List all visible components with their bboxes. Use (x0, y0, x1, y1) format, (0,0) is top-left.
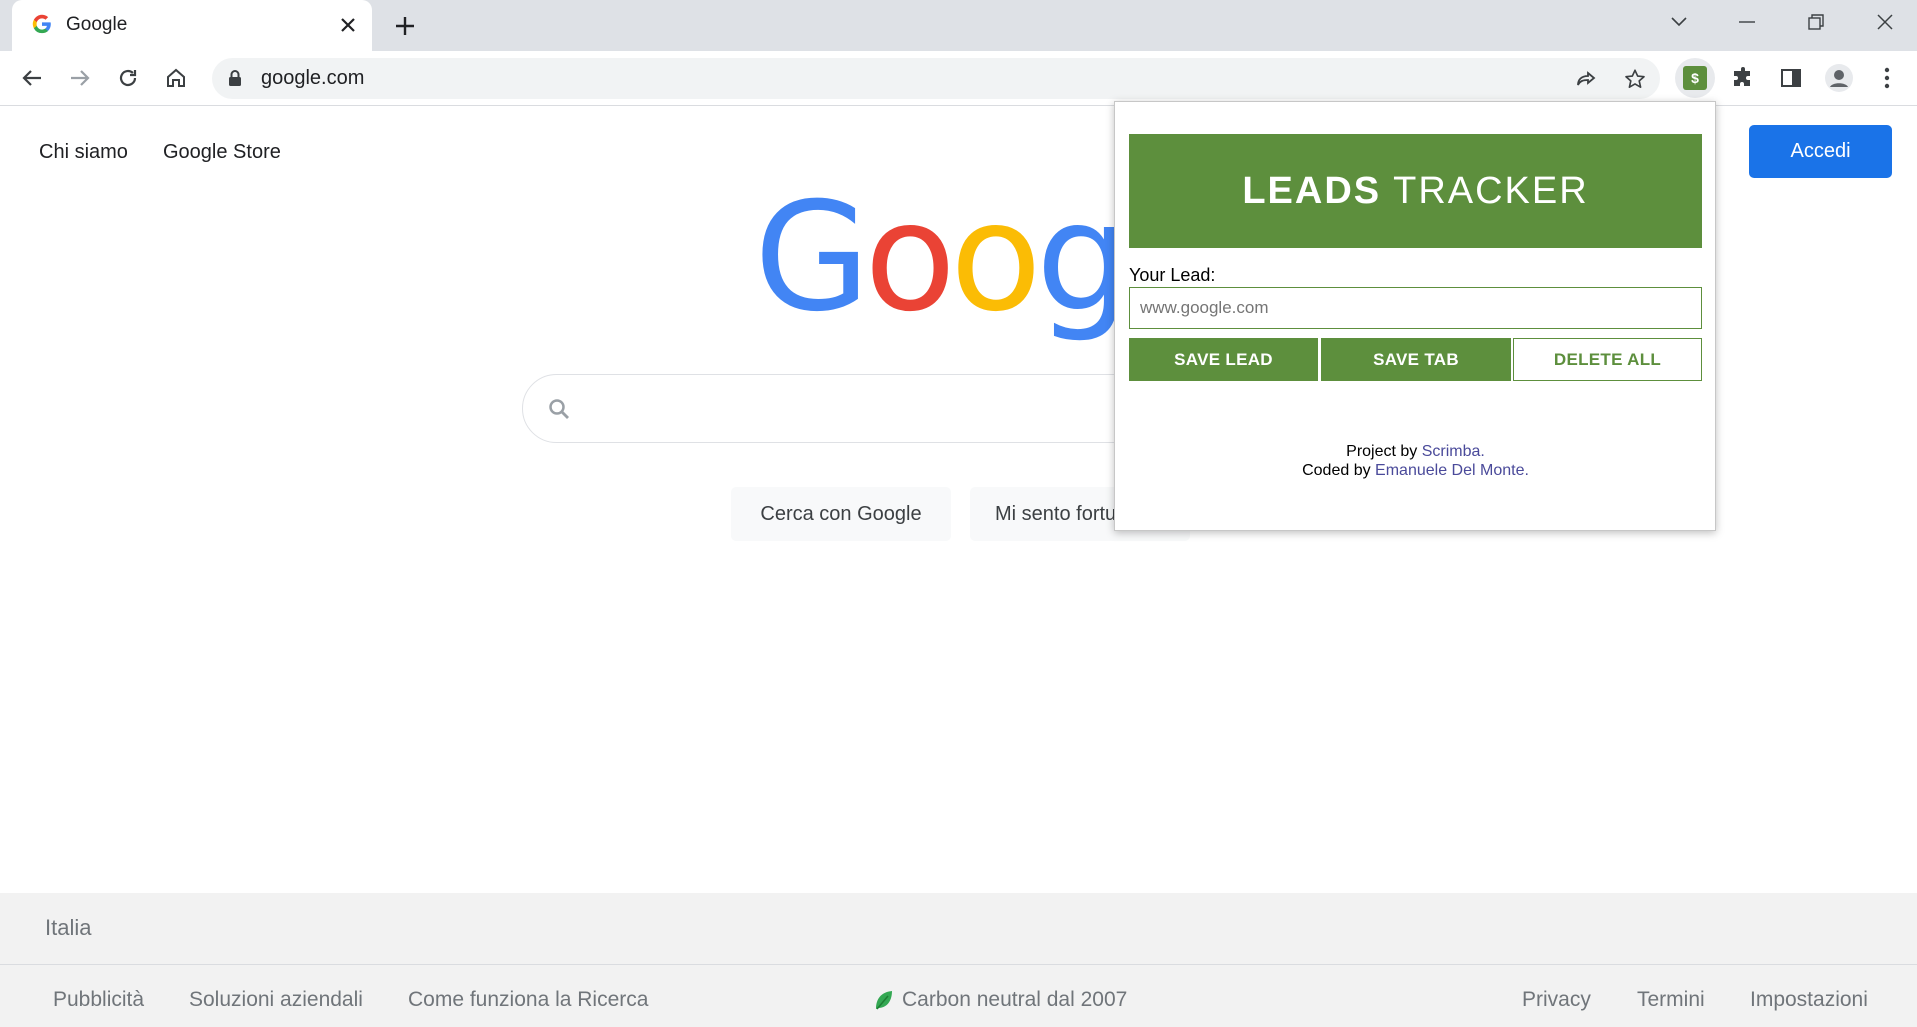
leaf-icon (876, 991, 892, 1010)
sidepanel-icon[interactable] (1771, 58, 1811, 98)
google-search-button[interactable]: Cerca con Google (731, 487, 951, 541)
window-close-icon[interactable] (1860, 4, 1910, 40)
footer-country: Italia (0, 893, 1917, 965)
coded-by-text: Coded by (1302, 462, 1371, 479)
star-icon[interactable] (1617, 61, 1653, 97)
carbon-neutral-text: Carbon neutral dal 2007 (902, 988, 1128, 1011)
project-by-text: Project by (1346, 443, 1418, 460)
delete-all-button[interactable]: DELETE ALL (1513, 338, 1702, 381)
popup-title: LEADS TRACKER (1129, 134, 1702, 248)
save-lead-button[interactable]: SAVE LEAD (1129, 338, 1318, 381)
settings-link[interactable]: Impostazioni (1750, 988, 1868, 1012)
lead-input[interactable] (1129, 287, 1702, 329)
restore-icon[interactable] (1791, 4, 1841, 40)
browser-toolbar: google.com $ (0, 51, 1917, 106)
credits: Project by Scrimba. Coded by Emanuele De… (1129, 442, 1702, 480)
profile-icon[interactable] (1819, 58, 1859, 98)
tab-strip: Google (0, 0, 1917, 51)
how-search-works-link[interactable]: Come funziona la Ricerca (408, 988, 648, 1012)
lock-icon[interactable] (228, 69, 242, 92)
country-label: Italia (45, 915, 92, 940)
home-icon[interactable] (158, 60, 194, 96)
logo-letter-g: G (754, 171, 870, 345)
reload-icon[interactable] (110, 60, 146, 96)
share-icon[interactable] (1569, 61, 1605, 97)
kebab-menu-icon[interactable] (1867, 58, 1907, 98)
carbon-neutral-link[interactable]: Carbon neutral dal 2007 (874, 988, 1127, 1012)
terms-link[interactable]: Termini (1637, 988, 1705, 1012)
popup-title-rest: TRACKER (1393, 169, 1589, 212)
google-logo: Googl (754, 183, 1167, 333)
back-icon[interactable] (14, 60, 50, 96)
lead-input-label: Your Lead: (1129, 265, 1216, 285)
privacy-link[interactable]: Privacy (1522, 988, 1591, 1012)
logo-letter-o2: o (950, 171, 1042, 345)
footer-links: Pubblicità Soluzioni aziendali Come funz… (0, 965, 1917, 1027)
address-bar[interactable]: google.com (212, 58, 1660, 99)
google-store-link[interactable]: Google Store (163, 141, 281, 164)
logo-letter-o1: o (864, 171, 956, 345)
scrimba-link[interactable]: Scrimba. (1422, 443, 1485, 460)
url-text[interactable]: google.com (261, 67, 364, 90)
chi-siamo-link[interactable]: Chi siamo (39, 141, 128, 164)
leads-tracker-extension-icon[interactable]: $ (1675, 58, 1715, 98)
popup-title-bold: LEADS (1242, 169, 1382, 212)
plus-icon[interactable] (388, 11, 422, 41)
close-icon[interactable] (334, 11, 362, 39)
minimize-icon[interactable] (1722, 4, 1772, 40)
business-link[interactable]: Soluzioni aziendali (189, 988, 363, 1012)
logo-letter-g2: g (1035, 171, 1131, 345)
author-link[interactable]: Emanuele Del Monte. (1375, 462, 1529, 479)
tab-title: Google (66, 14, 128, 35)
search-icon (547, 397, 571, 426)
sign-in-button[interactable]: Accedi (1749, 125, 1892, 178)
save-tab-button[interactable]: SAVE TAB (1321, 338, 1511, 381)
tab-google[interactable]: Google (12, 0, 372, 51)
chevron-down-icon[interactable] (1654, 4, 1704, 40)
google-favicon (31, 13, 53, 35)
forward-icon[interactable] (62, 60, 98, 96)
puzzle-icon[interactable] (1723, 58, 1763, 98)
advertising-link[interactable]: Pubblicità (53, 988, 144, 1012)
leads-tracker-popup: LEADS TRACKER Your Lead: SAVE LEAD SAVE … (1114, 101, 1716, 531)
